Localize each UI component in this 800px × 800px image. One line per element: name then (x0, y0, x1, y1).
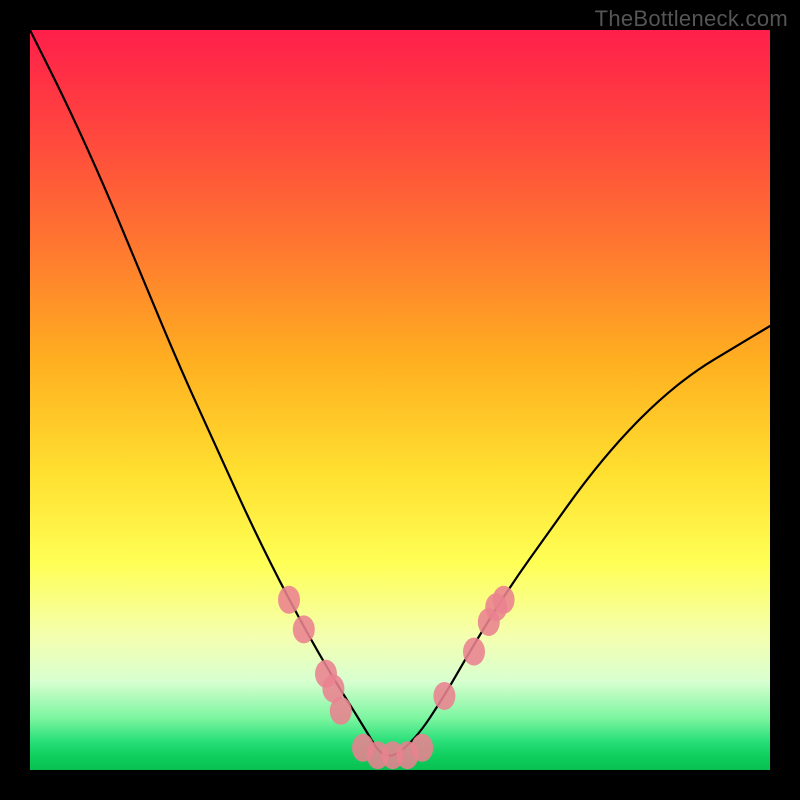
marker-group (278, 586, 515, 769)
curve-path-group (30, 30, 770, 756)
watermark-text: TheBottleneck.com (595, 6, 788, 32)
plot-area (30, 30, 770, 770)
mismatch-curve (30, 30, 770, 756)
curve-marker (433, 682, 455, 710)
curve-marker (293, 615, 315, 643)
curve-marker (463, 638, 485, 666)
curve-marker (493, 586, 515, 614)
curve-layer (30, 30, 770, 770)
curve-marker (411, 734, 433, 762)
curve-marker (330, 697, 352, 725)
curve-marker (278, 586, 300, 614)
chart-frame: TheBottleneck.com (0, 0, 800, 800)
